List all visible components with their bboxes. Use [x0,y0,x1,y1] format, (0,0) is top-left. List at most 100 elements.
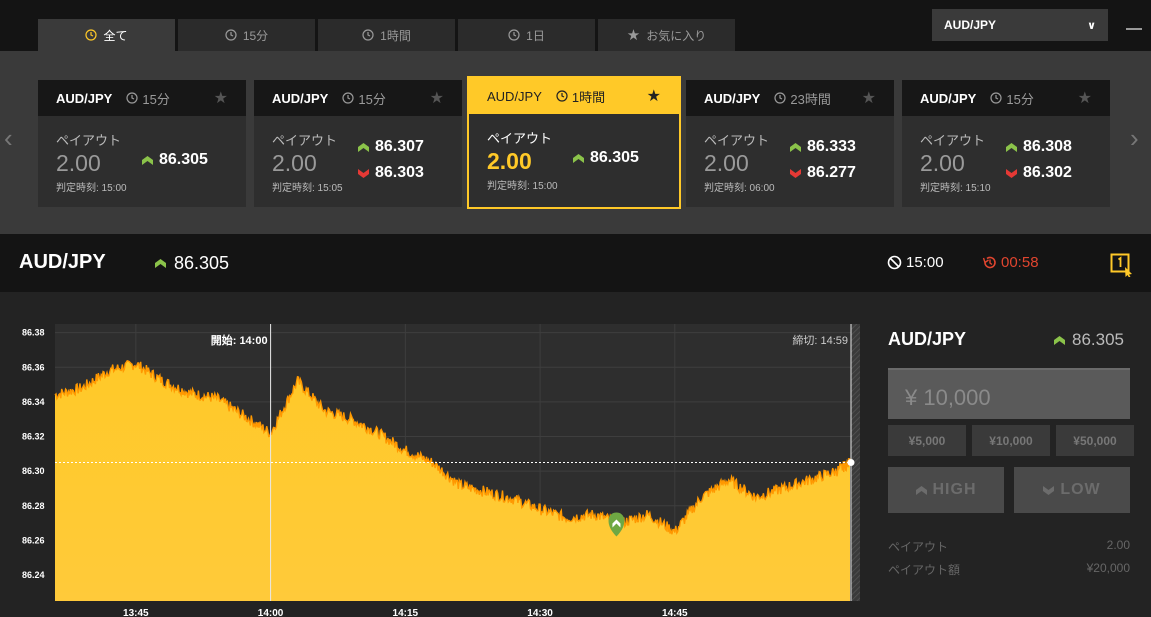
card-period: 15分 [990,89,1034,108]
amount-input[interactable]: ¥ 10,000 [888,368,1130,419]
card-rate-up-value: 86.333 [807,138,856,155]
tab-all[interactable]: 全て [38,19,175,51]
card-header: AUD/JPY 15分 ★ [254,80,462,116]
down-arrow-icon [1043,485,1055,495]
trade-panel: AUD/JPY 86.305 ¥ 10,000 ¥5,000 ¥10,000 ¥… [872,292,1151,617]
tab-label: 15分 [242,28,269,43]
y-tick-label: 86.32 [22,432,45,442]
clock-icon [85,29,98,41]
x-tick-label: 14:30 [527,608,553,617]
menu-icon[interactable] [1126,28,1142,30]
card-header: AUD/JPY 23時間 ★ [686,80,894,116]
star-icon[interactable]: ★ [647,86,661,106]
panel-rate: 86.305 [1054,330,1124,350]
clock-icon [225,29,237,41]
card-symbol: AUD/JPY [487,88,542,104]
low-button[interactable]: LOW [1014,467,1130,513]
card-period-label: 15分 [1006,91,1034,107]
ban-icon [887,255,902,270]
product-card[interactable]: AUD/JPY 15分 ★ ペイアウト 2.00 判定時刻: 15:10 86.308 86.… [902,80,1110,207]
card-period: 23時間 [774,89,831,108]
card-rate-down-value: 86.302 [1023,164,1072,181]
up-arrow-icon [1006,142,1017,152]
card-rates: 86.305 [573,145,639,171]
symbol-title: AUD/JPY [19,251,106,273]
card-rate-up-value: 86.307 [375,138,424,155]
card-body: ペイアウト 2.00 判定時刻: 15:00 86.305 [38,116,246,207]
current-rate-value: 86.305 [174,253,230,273]
star-icon: ★ [626,27,641,44]
tab-label: お気に入り [646,28,707,43]
preset-50000-button[interactable]: ¥50,000 [1056,425,1134,456]
card-body: ペイアウト 2.00 判定時刻: 15:00 86.305 [469,114,679,205]
card-judge-time: 判定時刻: 15:00 [487,181,558,192]
card-rate-up-value: 86.308 [1023,138,1072,155]
low-button-label: LOW [1060,481,1101,498]
card-period-label: 23時間 [790,91,831,107]
tab-1day[interactable]: 1日 [458,19,595,51]
card-rate-up: 86.307 [358,134,424,160]
product-card[interactable]: AUD/JPY 1時間 ★ ペイアウト 2.00 判定時刻: 15:00 86.305 [467,76,681,209]
star-icon[interactable]: ★ [430,88,444,108]
tab-15min[interactable]: 15分 [178,19,315,51]
up-arrow-icon [142,155,153,165]
card-rate-up: 86.305 [142,147,208,173]
clock-icon [126,92,138,104]
product-card[interactable]: AUD/JPY 15分 ★ ペイアウト 2.00 判定時刻: 15:05 86.307 86.… [254,80,462,207]
card-period: 1時間 [556,87,605,106]
star-icon[interactable]: ★ [1078,88,1092,108]
x-tick-label: 14:00 [258,608,284,617]
product-card[interactable]: AUD/JPY 23時間 ★ ペイアウト 2.00 判定時刻: 06:00 86.333 86… [686,80,894,207]
card-rate-up-value: 86.305 [590,149,639,166]
card-rate-down: 86.303 [358,160,424,186]
y-tick-label: 86.34 [22,397,45,407]
card-rates: 86.307 86.303 [358,134,424,186]
symbol-bar: AUD/JPY 86.305 15:00 00:58 [0,234,1151,292]
star-icon[interactable]: ★ [862,88,876,108]
up-arrow-icon [358,142,369,152]
close-time-value: 15:00 [906,254,944,271]
tab-label: 1時間 [380,28,411,43]
card-judge-time: 判定時刻: 15:00 [56,183,127,194]
period-tabs: 全て 15分 1時間 1日 ★ お気に入り [38,19,735,51]
high-button-label: HIGH [932,481,977,498]
price-chart[interactable]: 開始: 14:00 締切: 14:59 86.38 86.36 86.34 86.32 8… [0,292,872,617]
product-card[interactable]: AUD/JPY 15分 ★ ペイアウト 2.00 判定時刻: 15:00 86.305 [38,80,246,207]
up-arrow-icon [790,142,801,152]
chevron-left-icon[interactable]: ‹ [4,123,13,154]
countdown-value: 00:58 [1001,254,1039,271]
card-rate-down-value: 86.303 [375,164,424,181]
card-period: 15分 [126,89,170,108]
preset-5000-button[interactable]: ¥5,000 [888,425,966,456]
x-tick-label: 13:45 [123,608,149,617]
down-arrow-icon [790,168,801,178]
down-arrow-icon [358,168,369,178]
tab-label: 1日 [526,28,545,43]
clock-icon [342,92,354,104]
tab-favorites[interactable]: ★ お気に入り [598,19,735,51]
payout-amount-row: ペイアウト額 ¥20,000 [888,561,1130,578]
down-arrow-icon [1006,168,1017,178]
y-tick-label: 86.24 [22,570,45,580]
x-tick-label: 14:45 [662,608,688,617]
clock-icon [362,29,374,41]
current-rate: 86.305 [155,253,229,274]
preset-10000-button[interactable]: ¥10,000 [972,425,1050,456]
card-period-label: 15分 [142,91,170,107]
y-tick-label: 86.28 [22,501,45,511]
card-rate-up-value: 86.305 [159,151,208,168]
y-tick-label: 86.38 [22,328,45,338]
high-button[interactable]: HIGH [888,467,1004,513]
card-symbol: AUD/JPY [56,90,113,106]
star-icon[interactable]: ★ [214,88,228,108]
up-arrow-icon [1054,335,1065,345]
pair-select[interactable]: AUD/JPY ∨ [932,9,1108,41]
chevron-right-icon[interactable]: › [1130,123,1139,154]
one-click-icon[interactable] [1110,253,1134,277]
start-label: 開始: 14:00 [211,333,268,347]
card-rate-up: 86.333 [790,134,856,160]
card-period: 15分 [342,89,386,108]
tab-1hour[interactable]: 1時間 [318,19,455,51]
clock-icon [508,29,520,41]
clock-icon [990,92,1002,104]
